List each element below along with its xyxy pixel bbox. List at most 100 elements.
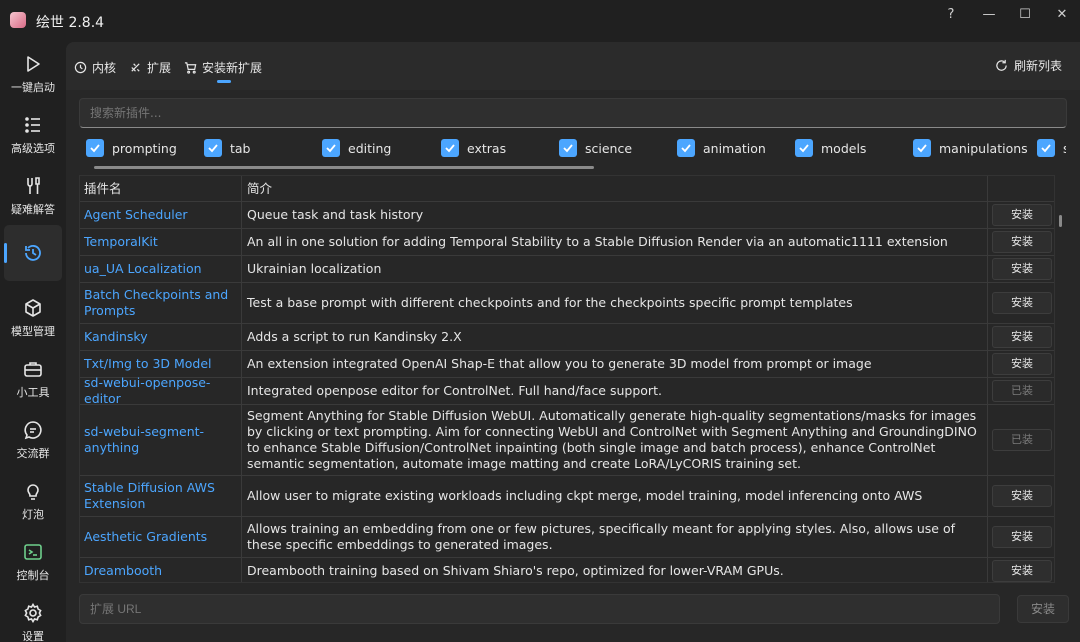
install-button[interactable]: 安装 (992, 353, 1052, 375)
filter-horizontal-scrollbar[interactable] (94, 166, 594, 169)
sidebar-item-troubleshoot[interactable]: 疑难解答 (0, 164, 66, 220)
plugin-name-link[interactable]: Batch Checkpoints and Prompts (80, 283, 242, 323)
sidebar-item-tools[interactable]: 小工具 (0, 347, 66, 403)
table-row: Dreambooth Dreambooth training based on … (80, 558, 1054, 582)
title-bar: 绘世 2.8.4 ? — ☐ ✕ (0, 0, 1080, 42)
install-url-button[interactable]: 安装 (1017, 595, 1069, 623)
install-button[interactable]: 安装 (992, 292, 1052, 314)
play-icon (27, 56, 40, 72)
plugin-name-link[interactable]: Dreambooth (80, 558, 242, 582)
filter-manipulations[interactable]: manipulations (913, 137, 1028, 159)
checkbox-checked-icon (913, 139, 931, 157)
app-title: 绘世 2.8.4 (36, 15, 105, 31)
terminal-icon (24, 544, 42, 560)
table-row: ua_UA Localization Ukrainian localizatio… (80, 256, 1054, 283)
sidebar-item-history[interactable] (4, 225, 62, 281)
active-tab-indicator (217, 80, 231, 83)
chat-icon (24, 421, 42, 440)
plugin-name-link[interactable]: Kandinsky (80, 324, 242, 350)
sidebar-item-settings[interactable]: 设置 (0, 591, 66, 642)
sidebar-item-models[interactable]: 模型管理 (0, 286, 66, 342)
plugin-description: An extension integrated OpenAI Shap-E th… (242, 351, 988, 377)
plugin-name-link[interactable]: sd-webui-openpose-editor (80, 375, 242, 406)
plugin-description: Allows training an embedding from one or… (242, 517, 988, 557)
refresh-icon (996, 59, 1007, 71)
tab-extensions[interactable]: 扩展 (129, 57, 171, 77)
list-icon (25, 117, 40, 133)
sidebar-item-bulb[interactable]: 灯泡 (0, 469, 66, 525)
tab-core[interactable]: 内核 (74, 57, 116, 77)
help-button[interactable]: ? (936, 4, 966, 26)
filter-label: animation (703, 140, 766, 156)
plugin-search-input[interactable] (79, 98, 1067, 128)
sidebar-item-community[interactable]: 交流群 (0, 408, 66, 464)
checkbox-checked-icon (322, 139, 340, 157)
installed-button[interactable]: 已装 (992, 380, 1052, 402)
plugin-name-link[interactable]: sd-webui-segment-anything (80, 405, 242, 475)
checkbox-checked-icon (559, 139, 577, 157)
sidebar-item-label: 模型管理 (11, 325, 55, 338)
filter-s[interactable]: s (1037, 137, 1066, 159)
table-row: Stable Diffusion AWS Extension Allow use… (80, 476, 1054, 517)
minimize-button[interactable]: — (974, 4, 1004, 26)
table-header: 插件名 简介 (80, 176, 1054, 202)
plugin-name-link[interactable]: Stable Diffusion AWS Extension (80, 476, 242, 516)
toolbox-icon (24, 362, 42, 377)
install-button[interactable]: 安装 (992, 560, 1052, 582)
column-header-action (988, 176, 1054, 201)
sidebar-item-console[interactable]: 控制台 (0, 530, 66, 586)
sidebar-item-label: 疑难解答 (11, 203, 55, 216)
history-icon (74, 61, 87, 73)
install-button[interactable]: 安装 (992, 485, 1052, 507)
filter-animation[interactable]: animation (677, 137, 766, 159)
installed-button[interactable]: 已装 (992, 429, 1052, 451)
sidebar-item-label: 交流群 (16, 447, 50, 460)
sidebar-item-launch[interactable]: 一键启动 (0, 42, 66, 98)
install-button[interactable]: 安装 (992, 204, 1052, 226)
sidebar-item-label: 高级选项 (11, 142, 55, 155)
history-icon (25, 245, 41, 261)
install-button[interactable]: 安装 (992, 526, 1052, 548)
plugin-description: Queue task and task history (242, 202, 988, 228)
table-row: Agent Scheduler Queue task and task hist… (80, 202, 1054, 229)
table-row: TemporalKit An all in one solution for a… (80, 229, 1054, 256)
plugin-description: Dreambooth training based on Shivam Shia… (242, 558, 988, 582)
filter-models[interactable]: models (795, 137, 866, 159)
refresh-list-button[interactable]: 刷新列表 (995, 57, 1062, 74)
tab-install-new[interactable]: 安装新扩展 (184, 57, 262, 77)
install-button[interactable]: 安装 (992, 326, 1052, 348)
install-button[interactable]: 安装 (992, 258, 1052, 280)
sidebar-item-label: 小工具 (16, 386, 50, 399)
filter-label: extras (467, 140, 507, 156)
filter-prompting[interactable]: prompting (86, 137, 177, 159)
extension-url-input[interactable] (79, 594, 1000, 624)
filter-extras[interactable]: extras (441, 137, 506, 159)
plugin-name-link[interactable]: Agent Scheduler (80, 202, 242, 228)
plugin-name-link[interactable]: Aesthetic Gradients (80, 517, 242, 557)
tab-label: 内核 (92, 60, 117, 75)
maximize-button[interactable]: ☐ (1010, 4, 1040, 26)
plugin-name-link[interactable]: TemporalKit (80, 229, 242, 255)
table-vertical-scrollbar[interactable] (1059, 215, 1062, 227)
cart-icon (184, 61, 197, 74)
gear-icon (24, 603, 42, 623)
checkbox-checked-icon (86, 139, 104, 157)
refresh-label: 刷新列表 (1013, 59, 1062, 73)
plugin-description: An all in one solution for adding Tempor… (242, 229, 988, 255)
filter-science[interactable]: science (559, 137, 632, 159)
install-button[interactable]: 安装 (992, 231, 1052, 253)
plugin-name-link[interactable]: ua_UA Localization (80, 256, 242, 282)
plugin-name-link[interactable]: Txt/Img to 3D Model (80, 351, 242, 377)
filter-editing[interactable]: editing (322, 137, 391, 159)
app-logo-icon (10, 12, 26, 28)
sidebar-item-label: 设置 (22, 630, 44, 642)
plugin-description: Adds a script to run Kandinsky 2.X (242, 324, 988, 350)
checkbox-checked-icon (441, 139, 459, 157)
column-header-name: 插件名 (80, 176, 242, 201)
sidebar-item-advanced[interactable]: 高级选项 (0, 103, 66, 159)
checkbox-checked-icon (204, 139, 222, 157)
plugin-description: Ukrainian localization (242, 256, 988, 282)
filter-label: s (1063, 141, 1066, 156)
close-button[interactable]: ✕ (1047, 4, 1077, 26)
filter-tab[interactable]: tab (204, 137, 251, 159)
